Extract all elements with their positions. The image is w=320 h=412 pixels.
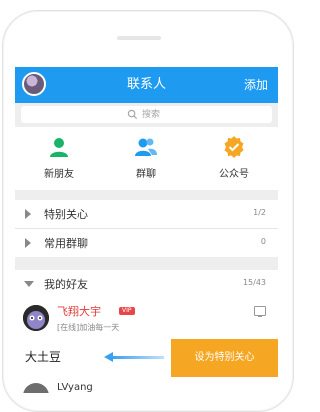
official-account-icon xyxy=(224,136,244,158)
friend-avatar xyxy=(23,383,49,393)
quick-action-label: 新朋友 xyxy=(44,169,74,180)
quick-action-official-account[interactable]: 公众号 xyxy=(204,135,264,180)
friend-name: 大土豆 xyxy=(25,350,62,364)
page-title: 联系人 xyxy=(126,77,166,92)
quick-actions: 新朋友 群聊 公众号 xyxy=(15,127,278,190)
cartoon-avatar-icon xyxy=(23,305,49,331)
group-special-care[interactable]: 特别关心 1/2 xyxy=(15,200,278,228)
list-item[interactable]: 飞翔大宇 VIP [在线]加油每一天 xyxy=(15,297,278,339)
chevron-down-icon xyxy=(24,281,34,287)
search-bar: 搜索 xyxy=(15,103,278,127)
phone-speaker xyxy=(117,36,161,40)
quick-action-group-chat[interactable]: 群聊 xyxy=(116,135,176,180)
chevron-right-icon xyxy=(25,209,31,219)
group-label: 特别关心 xyxy=(44,208,88,221)
phone-frame: 联系人 添加 搜索 新朋友 群聊 公众号 特别关心 1/2 常用群聊 0 我的好… xyxy=(0,0,294,412)
group-label: 常用群聊 xyxy=(44,237,88,250)
friend-name: 飞翔大宇 xyxy=(57,305,101,318)
desktop-online-icon xyxy=(254,306,266,317)
group-count: 0 xyxy=(260,237,266,246)
swipe-hint-arrow xyxy=(112,356,164,359)
group-chat-icon xyxy=(135,138,157,156)
quick-action-label: 群聊 xyxy=(136,169,156,180)
search-input[interactable]: 搜索 xyxy=(21,106,272,123)
vip-badge: VIP xyxy=(119,307,135,315)
app-screen: 联系人 添加 搜索 新朋友 群聊 公众号 特别关心 1/2 常用群聊 0 我的好… xyxy=(15,67,278,393)
list-item[interactable]: 大土豆 设为特别关心 xyxy=(15,339,278,377)
add-button[interactable]: 添加 xyxy=(244,67,268,103)
list-item[interactable]: LVyang xyxy=(15,377,278,393)
friend-avatar xyxy=(23,305,49,331)
friend-name: LVyang xyxy=(57,382,93,393)
quick-action-label: 公众号 xyxy=(219,169,249,180)
chevron-right-icon xyxy=(25,238,31,248)
group-common-chats[interactable]: 常用群聊 0 xyxy=(15,229,278,257)
top-bar: 联系人 添加 xyxy=(15,67,278,103)
group-count: 1/2 xyxy=(253,208,266,217)
friend-status: [在线]加油每一天 xyxy=(57,323,120,332)
group-count: 15/43 xyxy=(242,278,266,287)
set-special-care-button[interactable]: 设为特别关心 xyxy=(171,339,278,377)
group-label: 我的好友 xyxy=(44,278,88,291)
new-friend-icon xyxy=(50,138,68,157)
group-my-friends[interactable]: 我的好友 15/43 xyxy=(15,270,278,298)
search-icon xyxy=(127,109,138,120)
search-placeholder: 搜索 xyxy=(142,110,161,120)
quick-action-new-friend[interactable]: 新朋友 xyxy=(29,135,89,180)
